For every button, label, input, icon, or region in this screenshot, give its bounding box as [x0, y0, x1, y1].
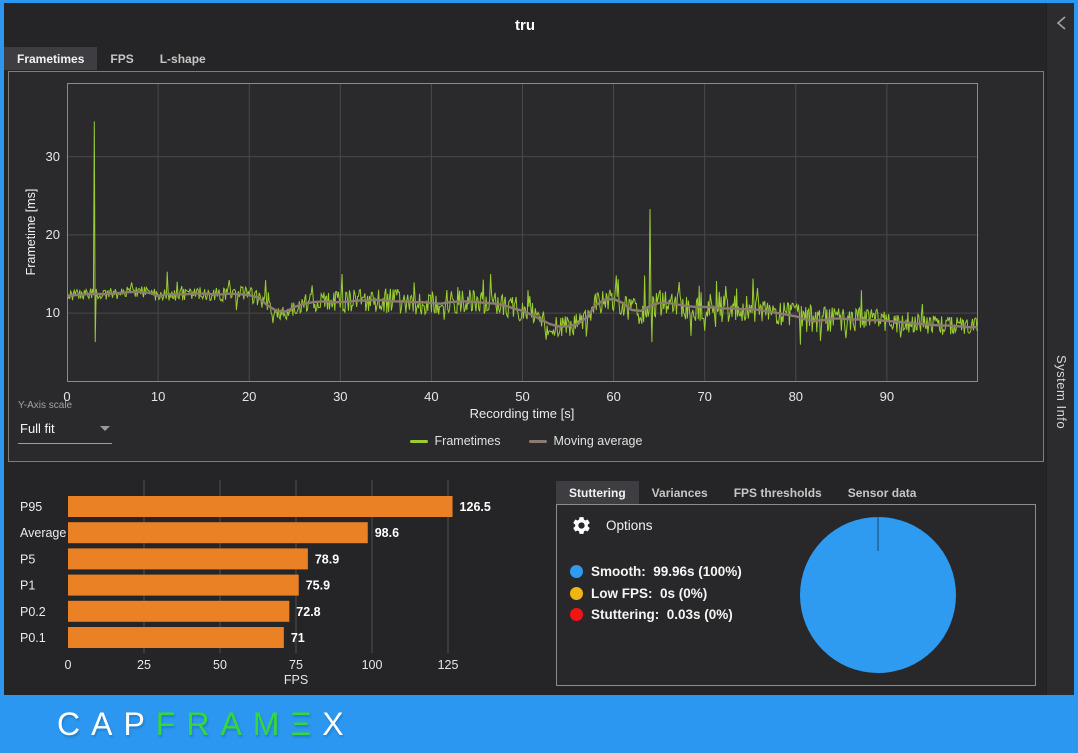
analysis-tab-sensor-data[interactable]: Sensor data [835, 481, 930, 504]
stutter-legend-text: Low FPS: 0s (0%) [591, 585, 708, 601]
frametime-x-tick: 10 [150, 389, 166, 404]
frametime-y-tick: 10 [45, 305, 60, 321]
bar-x-tick: 25 [137, 658, 151, 672]
stuttering-pie-chart [800, 517, 956, 673]
bar-x-tick: 0 [65, 658, 72, 672]
frametimes-legend-label: Frametimes [434, 434, 501, 448]
stutter-legend-text: Smooth: 99.96s (100%) [591, 564, 742, 580]
bar-p1[interactable] [68, 574, 299, 596]
options-label: Options [606, 518, 653, 533]
frametime-x-tick: 70 [697, 389, 712, 404]
bar-value-label: 72.8 [296, 605, 320, 619]
moving-average-legend-label: Moving average [553, 434, 643, 448]
gear-icon [573, 517, 590, 534]
bar-p95[interactable] [68, 496, 453, 517]
bar-category-label: P0.2 [20, 605, 46, 619]
y-axis-scale-caption: Y-Axis scale [18, 400, 73, 411]
stutter-legend-stuttering: Stuttering: 0.03s (0%) [570, 604, 742, 626]
logo-segment: Ξ [290, 705, 323, 742]
low-fps-dot-icon [570, 586, 583, 600]
tab-fps[interactable]: FPS [97, 47, 146, 70]
smooth-dot-icon [570, 565, 583, 579]
legend-item-frametimes: Frametimes [409, 434, 501, 448]
frametime-y-tick: 30 [45, 148, 60, 164]
frametime-x-axis-title: Recording time [s] [469, 406, 575, 421]
bar-category-label: P95 [20, 500, 42, 514]
fps-percentiles-chart[interactable]: P95 126.5 Average 98.6 P5 78.9 P1 75.9 P0.2 72.8 P… [8, 474, 548, 690]
bar-p0-2[interactable] [68, 600, 290, 622]
system-info-label: System Info [1054, 355, 1069, 430]
bar-x-tick: 75 [289, 658, 303, 672]
logo-segment: X [322, 705, 355, 742]
tab-frametimes[interactable]: Frametimes [4, 47, 98, 70]
bar-x-tick: 50 [213, 658, 227, 672]
system-info-expander[interactable]: System Info [1046, 3, 1074, 695]
bar-p0-1[interactable] [68, 627, 284, 648]
stutter-legend-text: Stuttering: 0.03s (0%) [591, 607, 733, 623]
stuttering-legend: Smooth: 99.96s (100%) Low FPS: 0s (0%) Stu… [570, 561, 742, 626]
frametime-chart-panel: 10 20 30 0 10 20 30 40 50 60 70 80 90 Frametime [ms… [8, 71, 1044, 462]
bar-x-tick: 100 [362, 658, 383, 672]
stutter-legend-low-fps: Low FPS: 0s (0%) [570, 583, 742, 605]
analysis-tab-fps-thresholds[interactable]: FPS thresholds [721, 481, 835, 504]
bar-value-label: 75.9 [306, 579, 330, 593]
analysis-tab-stuttering[interactable]: Stuttering [556, 481, 639, 504]
frametime-x-tick: 40 [424, 389, 439, 404]
frametime-legend: Frametimes Moving average [9, 434, 1043, 448]
bar-p5[interactable] [68, 548, 308, 570]
bar-category-label: P1 [20, 579, 35, 593]
frametime-y-axis-title: Frametime [ms] [24, 188, 38, 276]
stuttering-options-button[interactable]: Options [571, 515, 653, 536]
moving-average-line-swatch [528, 439, 547, 443]
frametime-x-tick: 90 [879, 389, 895, 404]
record-title-text: tru [515, 16, 535, 34]
record-title: tru [4, 3, 1046, 47]
analysis-tab-variances[interactable]: Variances [639, 481, 721, 504]
bar-value-label: 98.6 [375, 526, 399, 540]
bar-value-label: 126.5 [460, 500, 491, 514]
bar-x-tick: 125 [438, 658, 459, 672]
frametime-x-tick: 60 [606, 389, 621, 404]
stuttering-panel: Options Smooth: 99.96s (100%) Low FPS: 0s… [556, 504, 1036, 686]
chart-tab-bar: Frametimes FPS L-shape [4, 47, 219, 70]
logo-segment: FRAM [155, 705, 291, 742]
legend-item-moving-average: Moving average [528, 434, 643, 448]
stutter-legend-smooth: Smooth: 99.96s (100%) [570, 561, 742, 583]
frametime-x-tick: 20 [241, 389, 257, 404]
bar-category-label: P0.1 [20, 631, 46, 645]
bar-x-axis-title: FPS [284, 673, 308, 687]
logo-segment: CAP [57, 705, 156, 742]
tab-l-shape[interactable]: L-shape [147, 47, 219, 70]
chevron-down-icon [100, 426, 110, 431]
frametime-x-tick: 50 [515, 389, 530, 404]
frametime-x-tick: 30 [333, 389, 348, 404]
frametime-x-tick: 80 [788, 389, 804, 404]
bar-value-label: 78.9 [315, 552, 339, 566]
frametimes-line-swatch [409, 439, 428, 443]
stuttering-dot-icon [570, 608, 583, 622]
capframex-logo: CAPFRAMΞX [57, 706, 355, 743]
bar-category-label: P5 [20, 552, 35, 566]
bar-value-label: 71 [291, 631, 305, 645]
footer-bar: CAPFRAMΞX [0, 695, 1078, 753]
bar-average[interactable] [68, 522, 368, 544]
analysis-tab-bar: Stuttering Variances FPS thresholds Sensor … [556, 481, 929, 504]
frametime-plot[interactable] [67, 83, 978, 383]
chevron-left-icon[interactable] [1055, 15, 1067, 31]
bar-category-label: Average [20, 526, 66, 540]
